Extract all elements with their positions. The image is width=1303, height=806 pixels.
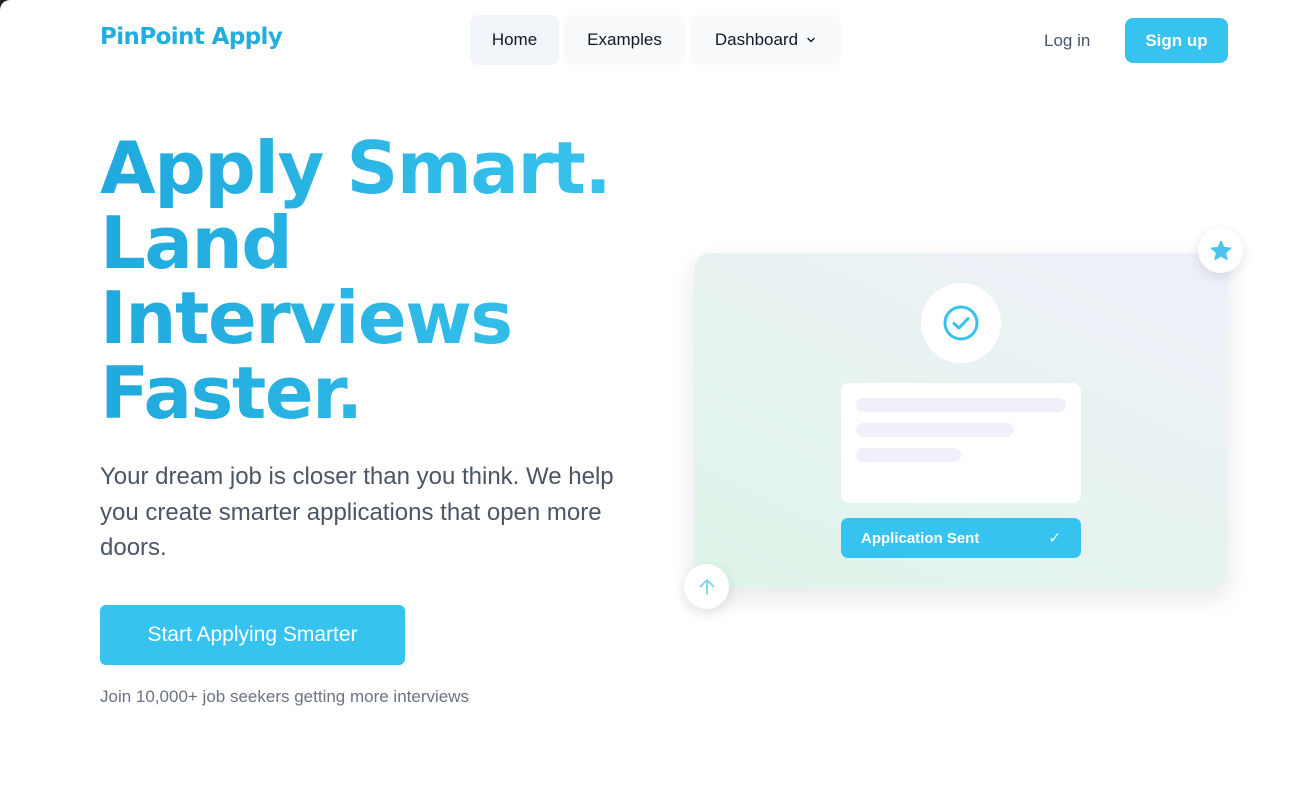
landing-page: PinPoint Apply Home Examples Dashboard L… <box>0 0 1303 806</box>
nav-examples[interactable]: Examples <box>564 15 685 65</box>
nav-examples-label: Examples <box>587 30 662 49</box>
headline-line-4: Faster. <box>100 351 362 435</box>
brand-logo[interactable]: PinPoint Apply <box>100 24 283 50</box>
check-circle-badge <box>921 283 1001 363</box>
signup-button[interactable]: Sign up <box>1125 18 1228 63</box>
application-document <box>841 383 1081 503</box>
application-sent-label: Application Sent <box>861 529 980 547</box>
main-nav: Home Examples Dashboard <box>470 15 841 65</box>
arrow-badge <box>684 564 729 609</box>
nav-home[interactable]: Home <box>470 15 559 65</box>
nav-dashboard-label: Dashboard <box>714 30 799 49</box>
chevron-down-icon <box>807 37 815 43</box>
checkmark-icon: ✓ <box>1048 530 1061 547</box>
star-badge <box>1198 228 1243 273</box>
document-line <box>856 398 1066 412</box>
nav-dashboard-dropdown[interactable]: Dashboard <box>690 15 841 65</box>
headline-line-1: Apply Smart. <box>100 126 611 210</box>
nav-home-label: Home <box>491 30 538 49</box>
login-link[interactable]: Log in <box>1044 31 1090 51</box>
headline-line-2: Land <box>100 201 292 285</box>
social-proof-text: Join 10,000+ job seekers getting more in… <box>100 687 470 706</box>
hero-headline: Apply Smart. Land Interviews Faster. <box>100 131 660 431</box>
arrow-up-icon <box>699 578 714 595</box>
check-circle-icon <box>943 305 979 341</box>
application-sent-badge: Application Sent ✓ <box>841 518 1081 558</box>
start-applying-button[interactable]: Start Applying Smarter <box>100 605 405 665</box>
document-line <box>856 448 961 462</box>
hero-subtitle: Your dream job is closer than you think.… <box>100 463 614 561</box>
headline-line-3: Interviews <box>100 276 512 360</box>
document-line <box>856 423 1014 437</box>
star-icon <box>1210 240 1231 260</box>
